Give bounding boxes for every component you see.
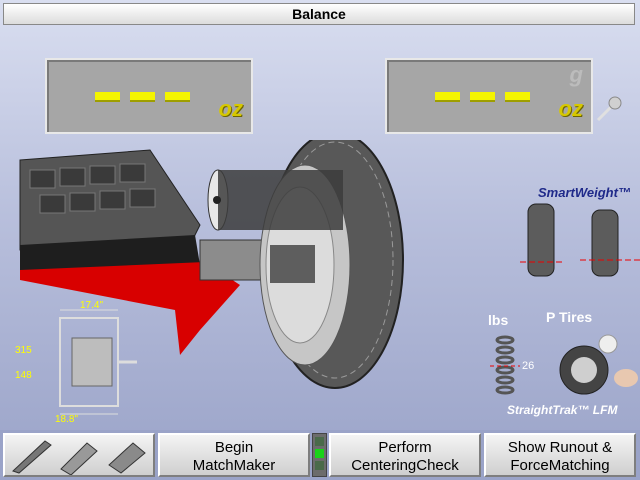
runout-line2: ForceMatching — [510, 457, 610, 474]
weight-clip-icon — [12, 440, 52, 474]
page-title: Balance — [292, 6, 346, 22]
begin-matchmaker-button[interactable]: Begin MatchMaker — [158, 433, 310, 477]
right-weight-dashes — [435, 92, 530, 102]
right-weight-alt-unit: g — [569, 62, 583, 87]
rim-diameter: 148 — [15, 370, 32, 381]
runout-line1: Show Runout & — [507, 439, 613, 456]
lfm-value: 26 — [522, 360, 535, 372]
status-indicator — [312, 433, 327, 477]
left-weight-dashes — [95, 92, 190, 102]
weight-strip-icon — [60, 442, 98, 476]
straighttrak-title: StraightTrak™ LFM — [507, 403, 618, 417]
centering-line1: Perform — [378, 439, 432, 456]
matchmaker-line1: Begin — [214, 439, 254, 456]
p-tires-label: P Tires — [546, 309, 593, 325]
perform-centeringcheck-button[interactable]: Perform CenteringCheck — [329, 433, 481, 477]
smartweight-icon[interactable] — [520, 182, 640, 292]
weight-icons-button[interactable] — [3, 433, 155, 477]
left-weight-display: oz — [45, 58, 253, 134]
left-weight-unit: oz — [218, 96, 243, 121]
right-weight-unit: oz — [558, 96, 583, 121]
matchmaker-line2: MatchMaker — [192, 457, 276, 474]
rim-dimension-diagram — [59, 309, 137, 415]
probe-icon[interactable] — [594, 94, 624, 124]
centering-line2: CenteringCheck — [351, 457, 459, 474]
spring-icon — [490, 335, 520, 395]
rim-width-top: 17.4" — [80, 300, 104, 311]
right-weight-display: g oz — [385, 58, 593, 134]
show-runout-forcematching-button[interactable]: Show Runout & ForceMatching — [484, 433, 636, 477]
weight-1oz-icon — [108, 442, 146, 474]
lbs-label: lbs — [488, 312, 509, 328]
rim-width-bottom: 18.8" — [55, 414, 79, 425]
rim-offset: 315 — [15, 345, 32, 356]
tire-force-icon[interactable] — [556, 332, 640, 402]
title-bar: Balance — [3, 3, 635, 25]
